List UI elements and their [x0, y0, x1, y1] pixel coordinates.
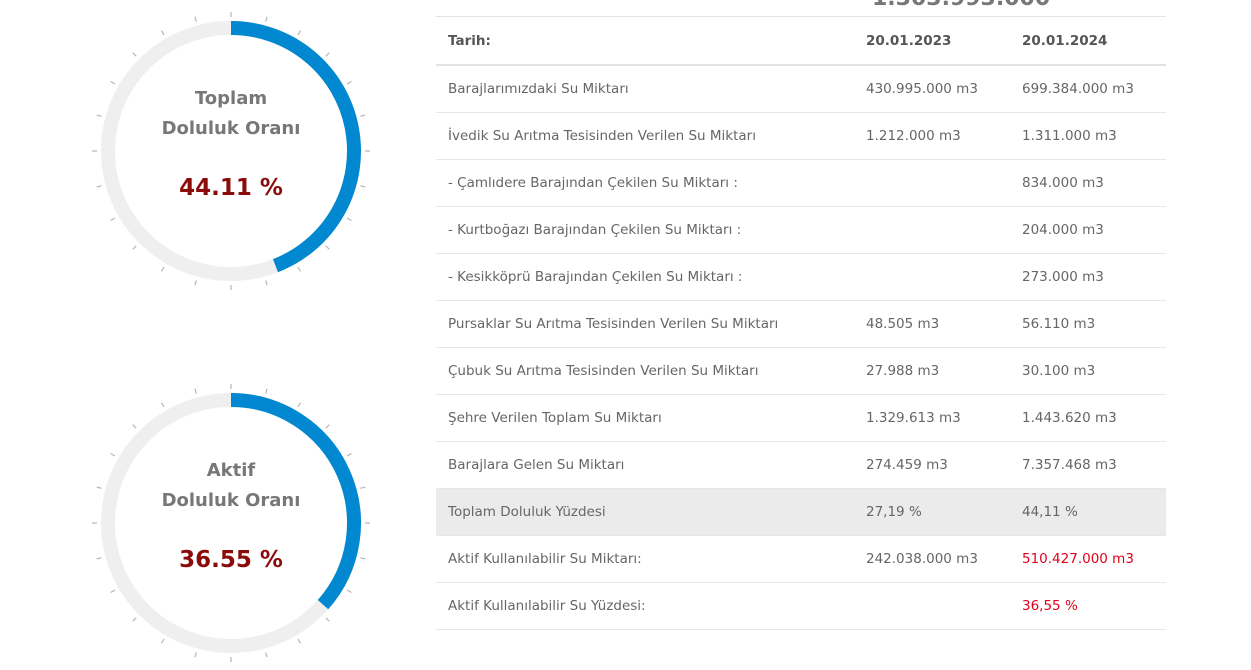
gauge-tick-mark [297, 402, 302, 408]
table-row: Aktif Kullanılabilir Su Yüzdesi: 36,55 % [436, 582, 1166, 630]
header-date-2024: 20.01.2024 [1010, 18, 1166, 66]
gauge-tick-mark [194, 388, 197, 394]
row-label: - Kurtboğazı Barajından Çekilen Su Mikta… [436, 206, 854, 254]
row-label: Aktif Kullanılabilir Su Yüzdesi: [436, 582, 854, 630]
row-value-2024: 1.311.000 m3 [1010, 112, 1166, 160]
gauge-tick-mark [325, 52, 330, 57]
gauge-tick-mark [194, 280, 197, 286]
gauge-tick-mark [325, 245, 330, 250]
row-value-2023: 1.212.000 m3 [854, 112, 1010, 160]
gauge-tick-mark [194, 652, 197, 658]
total-fill-gauge-ring [92, 12, 370, 290]
total-fill-gauge-title-line1: Toplam [194, 88, 268, 109]
table-row: - Kurtboğazı Barajından Çekilen Su Mikta… [436, 206, 1166, 254]
table-header-row: Tarih: 20.01.2023 20.01.2024 [436, 18, 1166, 66]
gauge-tick-mark [160, 266, 165, 272]
table-row: Barajlarımızdaki Su Miktarı 430.995.000 … [436, 65, 1166, 113]
row-value-2023: 27.988 m3 [854, 347, 1010, 395]
gauge-tick-mark [325, 424, 330, 429]
gauge-tick-mark [346, 217, 352, 222]
gauge-tick-mark [160, 638, 165, 644]
gauge-tick-mark [325, 617, 330, 622]
gauge-tick-mark [110, 589, 116, 594]
row-value-2023: 1.329.613 m3 [854, 394, 1010, 442]
gauge-tick-mark [265, 388, 268, 394]
row-label: Şehre Verilen Toplam Su Miktarı [436, 394, 854, 442]
row-label: İvedik Su Arıtma Tesisinden Verilen Su M… [436, 112, 854, 160]
gauge-tick-mark [297, 266, 302, 272]
table-row: Barajlara Gelen Su Miktarı 274.459 m3 7.… [436, 441, 1166, 489]
row-value-2024-highlight: 510.427.000 m3 [1010, 535, 1166, 583]
active-fill-gauge-ring [92, 384, 370, 662]
gauge-tick-mark [265, 280, 268, 286]
gauge-tick-mark [132, 617, 137, 622]
gauge-tick-mark [132, 52, 137, 57]
row-value-2023: 48.505 m3 [854, 300, 1010, 348]
row-value-2024: 7.357.468 m3 [1010, 441, 1166, 489]
gauge-tick-mark [265, 652, 268, 658]
table-row: - Çamlıdere Barajından Çekilen Su Miktar… [436, 159, 1166, 207]
row-label: Barajlara Gelen Su Miktarı [436, 441, 854, 489]
row-value-2024: 56.110 m3 [1010, 300, 1166, 348]
row-label: Çubuk Su Arıtma Tesisinden Verilen Su Mi… [436, 347, 854, 395]
table-row: Pursaklar Su Arıtma Tesisinden Verilen S… [436, 300, 1166, 348]
gauge-tick-mark [297, 30, 302, 36]
row-label: Aktif Kullanılabilir Su Miktarı: [436, 535, 854, 583]
total-fill-gauge: Toplam Doluluk Oranı 44.11 % [92, 12, 370, 290]
header-cut-value: 1.303.993.000 [872, 0, 1050, 11]
table-row: İvedik Su Arıtma Tesisinden Verilen Su M… [436, 112, 1166, 160]
row-label: Barajlarımızdaki Su Miktarı [436, 65, 854, 113]
row-label: Toplam Doluluk Yüzdesi [436, 488, 854, 536]
gauge-tick-mark [297, 638, 302, 644]
water-data-table: Tarih: 20.01.2023 20.01.2024 Barajlarımı… [436, 18, 1166, 630]
table-row: - Kesikköprü Barajından Çekilen Su Mikta… [436, 253, 1166, 301]
row-value-2024: 204.000 m3 [1010, 206, 1166, 254]
row-value-2023 [854, 159, 1010, 207]
table-row-highlighted: Toplam Doluluk Yüzdesi 27,19 % 44,11 % [436, 488, 1166, 536]
row-label: Pursaklar Su Arıtma Tesisinden Verilen S… [436, 300, 854, 348]
header-date-2023: 20.01.2023 [854, 18, 1010, 66]
active-fill-gauge-title-line1: Aktif [206, 460, 256, 481]
gauge-tick-mark [265, 16, 268, 22]
row-value-2023: 274.459 m3 [854, 441, 1010, 489]
gauge-tick-mark [160, 402, 165, 408]
row-label: - Kesikköprü Barajından Çekilen Su Mikta… [436, 253, 854, 301]
table-top-header-cut: 1.303.993.000 [436, 0, 1166, 17]
row-value-2023: 430.995.000 m3 [854, 65, 1010, 113]
active-fill-gauge: Aktif Doluluk Oranı 36.55 % [92, 384, 370, 662]
total-fill-gauge-value: 44.11 % [179, 175, 283, 201]
gauge-fill-arc [230, 21, 361, 273]
row-label: - Çamlıdere Barajından Çekilen Su Miktar… [436, 159, 854, 207]
row-value-2024: 699.384.000 m3 [1010, 65, 1166, 113]
row-value-2023: 27,19 % [854, 488, 1010, 536]
active-fill-gauge-value: 36.55 % [179, 547, 283, 573]
row-value-2023 [854, 206, 1010, 254]
gauge-tick-mark [132, 245, 137, 250]
row-value-2024: 834.000 m3 [1010, 159, 1166, 207]
row-value-2024: 1.443.620 m3 [1010, 394, 1166, 442]
gauge-tick-mark [194, 16, 197, 22]
active-fill-gauge-title-line2: Doluluk Oranı [161, 490, 301, 511]
header-date-label: Tarih: [436, 18, 854, 66]
gauge-tick-mark [132, 424, 137, 429]
row-value-2023 [854, 253, 1010, 301]
row-value-2024-highlight: 36,55 % [1010, 582, 1166, 630]
table-row: Aktif Kullanılabilir Su Miktarı: 242.038… [436, 535, 1166, 583]
row-value-2024: 44,11 % [1010, 488, 1166, 536]
gauge-tick-mark [110, 217, 116, 222]
row-value-2023: 242.038.000 m3 [854, 535, 1010, 583]
row-value-2023 [854, 582, 1010, 630]
row-value-2024: 30.100 m3 [1010, 347, 1166, 395]
gauge-tick-mark [346, 589, 352, 594]
table-row: Şehre Verilen Toplam Su Miktarı 1.329.61… [436, 394, 1166, 442]
gauge-tick-mark [160, 30, 165, 36]
total-fill-gauge-title-line2: Doluluk Oranı [161, 118, 301, 139]
table-row: Çubuk Su Arıtma Tesisinden Verilen Su Mi… [436, 347, 1166, 395]
row-value-2024: 273.000 m3 [1010, 253, 1166, 301]
